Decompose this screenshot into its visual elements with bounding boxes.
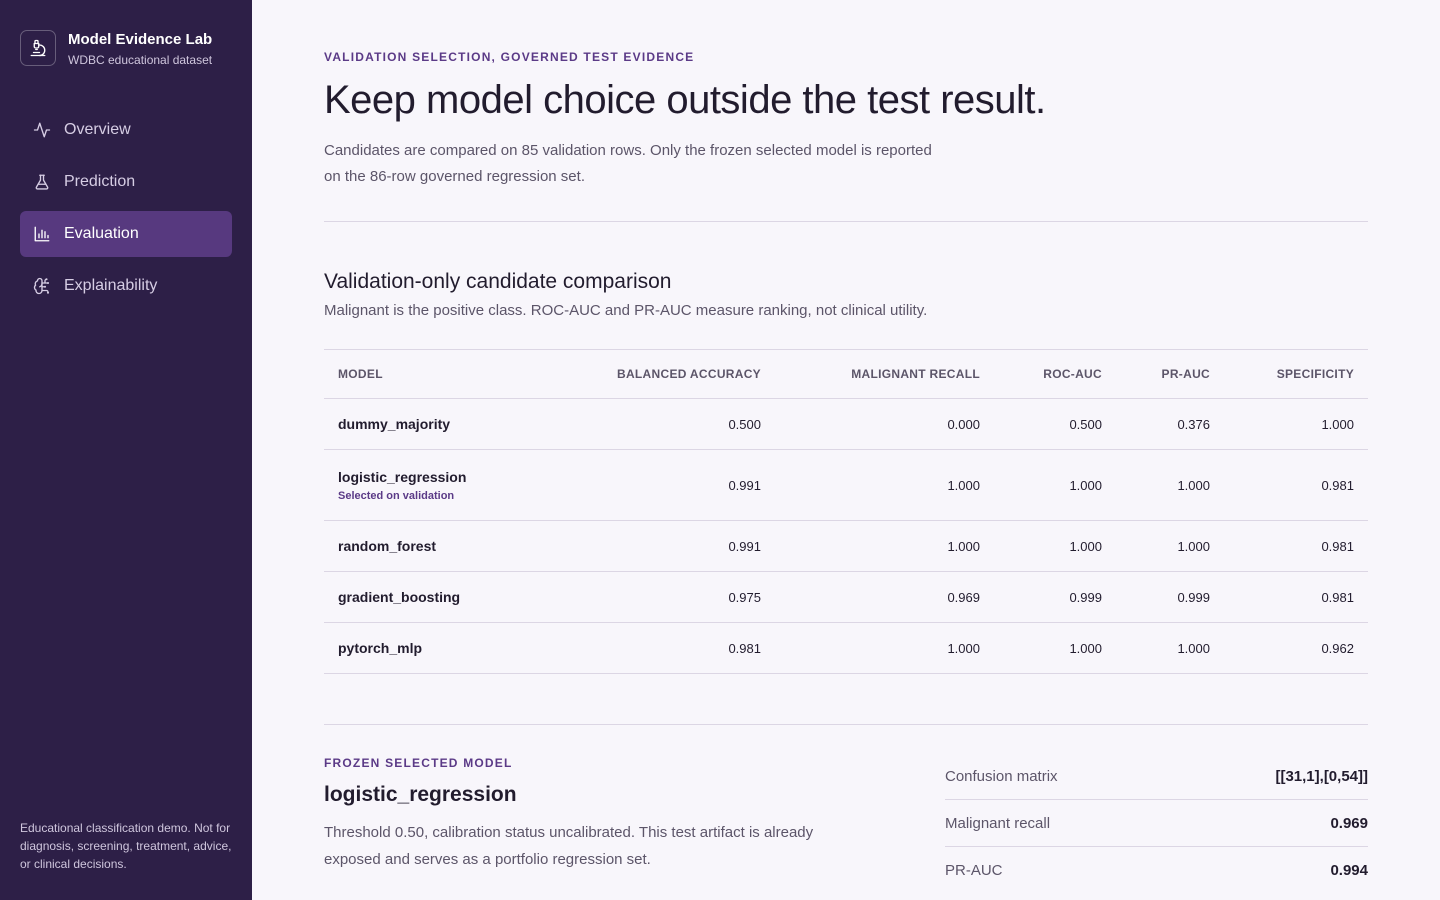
metric-cell: 0.500 [1069, 416, 1102, 432]
metric-cell: 0.981 [1321, 538, 1354, 554]
brain-icon [32, 276, 52, 296]
page-eyebrow: VALIDATION SELECTION, GOVERNED TEST EVID… [324, 50, 695, 64]
column-header-roc-auc[interactable]: ROC-AUC [994, 350, 1116, 399]
divider [324, 221, 1368, 222]
metric-cell: 1.000 [1177, 477, 1210, 493]
model-name: logistic_regression [338, 468, 467, 485]
flask-icon [32, 172, 52, 192]
metric-row-malignant-recall: Malignant recall 0.969 [945, 800, 1368, 847]
metric-cell: 0.000 [947, 416, 980, 432]
nav-item-label: Prediction [64, 173, 136, 190]
model-name: random_forest [338, 538, 437, 554]
sidebar: Model Evidence Lab WDBC educational data… [0, 0, 252, 900]
metric-row-pr-auc: PR-AUC 0.994 [945, 847, 1368, 894]
model-name: dummy_majority [338, 416, 451, 432]
metric-label: Malignant recall [945, 814, 1051, 832]
metric-cell: 0.981 [1321, 589, 1354, 605]
metric-cell: 1.000 [1177, 640, 1210, 656]
metric-row-confusion-matrix: Confusion matrix [[31,1],[0,54]] [945, 753, 1368, 800]
microscope-icon [20, 30, 56, 66]
divider [324, 724, 1368, 725]
table-row-selected: logistic_regression Selected on validati… [324, 450, 1368, 521]
metric-value: 0.994 [1330, 862, 1368, 879]
brand[interactable]: Model Evidence Lab WDBC educational data… [20, 30, 212, 67]
metric-cell: 1.000 [1069, 640, 1102, 656]
app-title: Model Evidence Lab [68, 31, 213, 48]
nav-item-explainability[interactable]: Explainability [20, 263, 232, 309]
model-name: gradient_boosting [338, 589, 461, 605]
metric-cell: 0.999 [1069, 589, 1102, 605]
metric-cell: 0.962 [1321, 640, 1354, 656]
metric-cell: 1.000 [1321, 416, 1354, 432]
page-title: Keep model choice outside the test resul… [324, 78, 1046, 122]
table-row: pytorch_mlp 0.981 1.000 1.000 1.000 0.96… [324, 623, 1368, 674]
metric-cell: 0.376 [1177, 416, 1210, 432]
bar-chart-icon [32, 224, 52, 244]
metric-cell: 1.000 [947, 538, 980, 554]
page-lead: Candidates are compared on 85 validation… [324, 142, 932, 185]
frozen-eyebrow: FROZEN SELECTED MODEL [324, 756, 513, 770]
frozen-model-description: Threshold 0.50, calibration status uncal… [324, 824, 814, 868]
column-header-model[interactable]: MODEL [324, 350, 554, 399]
metric-cell: 0.991 [728, 538, 761, 554]
nav-item-prediction[interactable]: Prediction [20, 159, 232, 205]
table-row: dummy_majority 0.500 0.000 0.500 0.376 1… [324, 399, 1368, 450]
frozen-metrics: Confusion matrix [[31,1],[0,54]] Maligna… [945, 753, 1368, 894]
metric-cell: 0.500 [728, 416, 761, 432]
metric-label: PR-AUC [945, 862, 1003, 879]
disclaimer: Educational classification demo. Not for… [20, 821, 232, 871]
metric-cell: 1.000 [1177, 538, 1210, 554]
column-header-malignant-recall[interactable]: MALIGNANT RECALL [775, 350, 994, 399]
nav-item-evaluation[interactable]: Evaluation [20, 211, 232, 257]
metric-cell: 0.969 [947, 589, 980, 605]
metric-cell: 0.981 [728, 640, 761, 656]
activity-icon [32, 120, 52, 140]
comparison-table: MODEL BALANCED ACCURACY MALIGNANT RECALL… [324, 349, 1368, 674]
app-subtitle: WDBC educational dataset [68, 53, 213, 67]
metric-cell: 0.975 [728, 589, 761, 605]
comparison-subtitle: Malignant is the positive class. ROC-AUC… [324, 302, 928, 319]
nav-item-label: Overview [64, 121, 131, 138]
selected-badge: Selected on validation [338, 489, 455, 502]
table-row: random_forest 0.991 1.000 1.000 1.000 0.… [324, 521, 1368, 572]
sidebar-nav: Overview Prediction Evaluation Explainab… [20, 107, 232, 315]
frozen-model-title: logistic_regression [324, 783, 517, 806]
column-header-balanced-accuracy[interactable]: BALANCED ACCURACY [554, 350, 775, 399]
metric-cell: 1.000 [1069, 538, 1102, 554]
nav-item-label: Explainability [64, 277, 158, 294]
metric-label: Confusion matrix [945, 767, 1058, 785]
table-header-row: MODEL BALANCED ACCURACY MALIGNANT RECALL… [324, 349, 1368, 399]
nav-item-overview[interactable]: Overview [20, 107, 232, 153]
nav-item-label: Evaluation [64, 225, 139, 242]
metric-value: [[31,1],[0,54]] [1275, 767, 1368, 785]
metric-cell: 1.000 [1069, 477, 1102, 493]
metric-cell: 0.991 [728, 477, 761, 493]
metric-cell: 0.999 [1177, 589, 1210, 605]
column-header-pr-auc[interactable]: PR-AUC [1116, 350, 1224, 399]
metric-value: 0.969 [1330, 814, 1368, 832]
column-header-specificity[interactable]: SPECIFICITY [1224, 350, 1368, 399]
model-cell: logistic_regression Selected on validati… [324, 450, 554, 521]
metric-cell: 1.000 [947, 477, 980, 493]
comparison-title: Validation-only candidate comparison [324, 270, 672, 293]
metric-cell: 0.981 [1321, 477, 1354, 493]
table-row: gradient_boosting 0.975 0.969 0.999 0.99… [324, 572, 1368, 623]
model-name: pytorch_mlp [338, 640, 423, 656]
metric-cell: 1.000 [947, 640, 980, 656]
